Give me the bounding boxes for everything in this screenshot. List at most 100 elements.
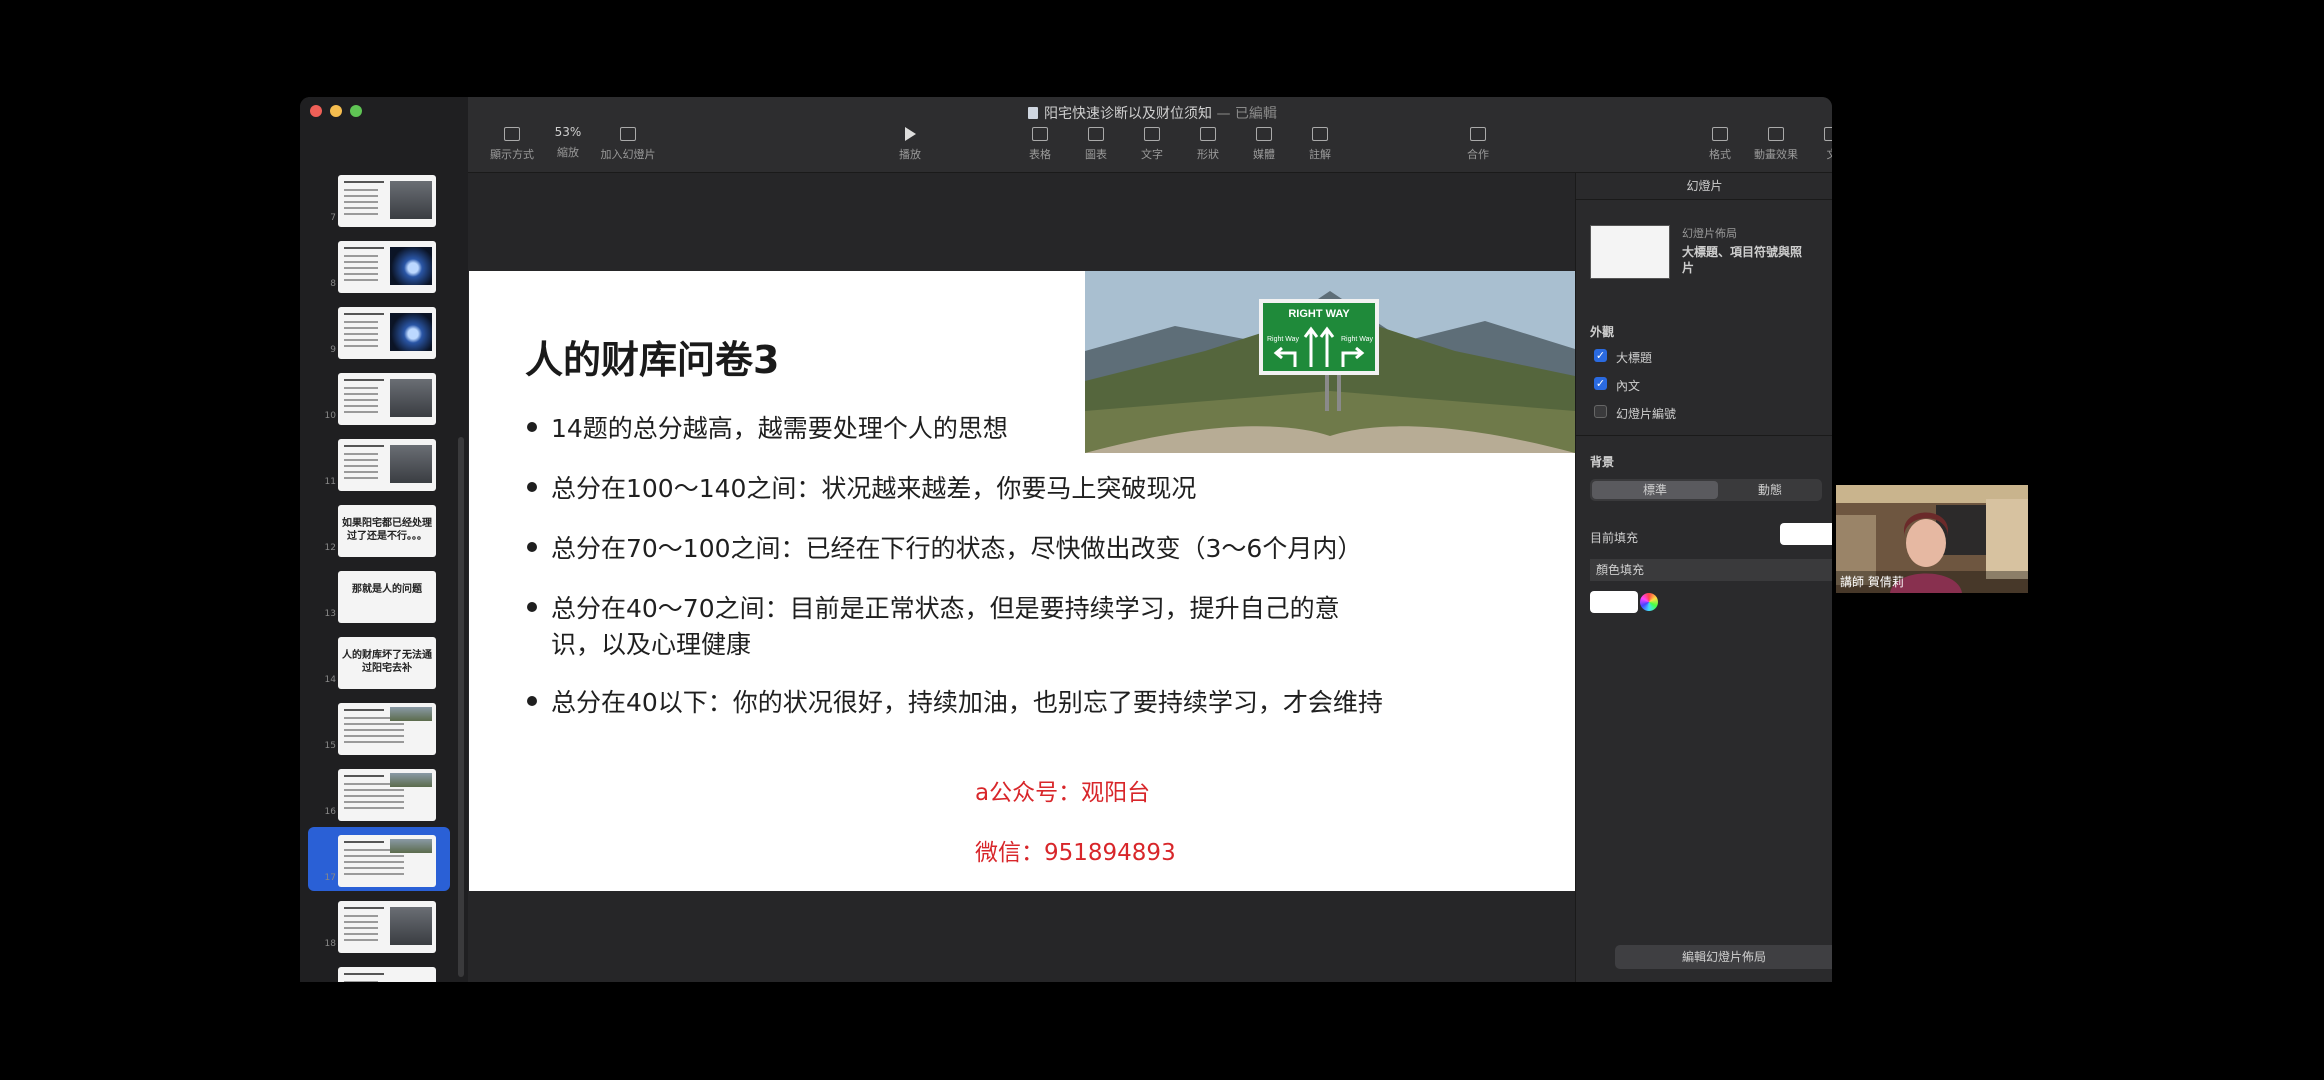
- slide-thumbnail[interactable]: [338, 241, 436, 293]
- slide-thumbnail[interactable]: 那就是人的问题: [338, 571, 436, 623]
- slide-number: 14: [324, 675, 336, 685]
- layout-name[interactable]: 大標題、項目符號與照: [1682, 243, 1802, 260]
- slide-thumbnail[interactable]: [338, 967, 436, 982]
- slide-number-option-label: 幻燈片編號: [1616, 407, 1677, 421]
- appearance-heading: 外觀: [1590, 325, 1615, 339]
- text-icon: [1144, 127, 1160, 141]
- toolbar-format-label: 格式: [1709, 148, 1731, 161]
- minimize-window-button[interactable]: [330, 105, 342, 117]
- layout-thumbnail[interactable]: [1590, 225, 1670, 279]
- edit-slide-layout-button[interactable]: 編輯幻燈片佈局: [1615, 945, 1832, 969]
- slide-thumbnail[interactable]: [338, 175, 436, 227]
- toolbar-table-label: 表格: [1029, 148, 1051, 161]
- document-title: 阳宅快速诊断以及财位须知 — 已編輯: [1028, 103, 1448, 123]
- color-wheel-icon[interactable]: [1640, 593, 1658, 611]
- document-icon: [1824, 127, 1832, 141]
- slide-thumbnail[interactable]: [338, 769, 436, 821]
- slide-thumbnail[interactable]: 人的财库坏了无法通过阳宅去补: [338, 637, 436, 689]
- comment-icon: [1312, 127, 1328, 141]
- slide-thumbnail[interactable]: [338, 307, 436, 359]
- play-icon: [904, 127, 916, 141]
- slide-number: 18: [324, 939, 336, 949]
- bullet-text: 总分在40以下：你的状况很好，持续加油，也别忘了要持续学习，才会维持: [551, 688, 1383, 717]
- background-standard-tab[interactable]: 標準: [1592, 481, 1718, 499]
- slide-bullet[interactable]: 总分在100～140之间：状况越来越差，你要马上突破现况: [527, 471, 1487, 507]
- slide-number: 9: [330, 345, 336, 355]
- toolbar-document-button[interactable]: 文: [1802, 123, 1832, 162]
- slide-bullet[interactable]: 总分在40～70之间：目前是正常状态，但是要持续学习，提升自己的意 识，以及心理健…: [527, 591, 1487, 663]
- slide-number: 12: [324, 543, 336, 553]
- toolbar-add-slide-button[interactable]: 加入幻燈片: [598, 123, 658, 162]
- slide-number-checkbox[interactable]: [1594, 405, 1607, 418]
- toolbar-shape-button[interactable]: 形狀: [1178, 123, 1238, 162]
- thumbnail-image: [390, 907, 432, 945]
- toolbar-collab-label: 合作: [1467, 148, 1489, 161]
- slide-thumbnail[interactable]: [338, 835, 436, 887]
- presenter-video: 講師 賀倩莉: [1836, 485, 2028, 593]
- sign-right-text: Right Way: [1341, 336, 1374, 343]
- bullet-dot-icon: [527, 696, 537, 706]
- bullet-dot-icon: [527, 422, 537, 432]
- layout-label: 幻燈片佈局: [1682, 227, 1737, 240]
- toolbar-play-button[interactable]: 播放: [880, 123, 940, 162]
- toolbar-media-button[interactable]: 媒體: [1234, 123, 1294, 162]
- thumbnail-image: [390, 773, 432, 787]
- sign-main-text: RIGHT WAY: [1288, 308, 1350, 320]
- chart-icon: [1088, 127, 1104, 141]
- toolbar-zoom-label: 縮放: [557, 146, 579, 159]
- slide-thumbnail[interactable]: [338, 901, 436, 953]
- toolbar-table-button[interactable]: 表格: [1010, 123, 1070, 162]
- table-icon: [1032, 127, 1048, 141]
- title-checkbox[interactable]: ✓: [1594, 349, 1607, 362]
- body-option-label: 內文: [1616, 379, 1641, 393]
- slide-number: 13: [324, 609, 336, 619]
- thumbnail-image: [390, 247, 432, 285]
- inspector-tab-slide[interactable]: 幻燈片: [1576, 177, 1832, 194]
- body-checkbox[interactable]: ✓: [1594, 377, 1607, 390]
- thumbnail-text: 人的财库坏了无法通过阳宅去补: [342, 650, 432, 674]
- slide-number: 16: [324, 807, 336, 817]
- slide-thumbnail[interactable]: [338, 703, 436, 755]
- toolbar-document-label: 文: [1802, 146, 1833, 162]
- format-inspector: 幻燈片 幻燈片佈局 大標題、項目符號與照 片 外觀 ✓ 大標題 ✓ 內文 幻燈片…: [1575, 173, 1832, 982]
- close-window-button[interactable]: [310, 105, 322, 117]
- title-option-label: 大標題: [1616, 351, 1653, 365]
- toolbar-comment-button[interactable]: 註解: [1290, 123, 1350, 162]
- bullet-text: 总分在40～70之间：目前是正常状态，但是要持续学习，提升自己的意: [551, 594, 1340, 623]
- toolbar-comment-label: 註解: [1309, 148, 1331, 161]
- keynote-window: 7 8 9 10 11 12 如果阳宅都已经处理过了还是不行。。。 13 那就是人的问题 14 人的…: [300, 97, 1832, 982]
- slide-number: 15: [324, 741, 336, 751]
- toolbar-animate-button[interactable]: 動畫效果: [1746, 123, 1806, 162]
- slide-bullet[interactable]: 总分在40以下：你的状况很好，持续加油，也别忘了要持续学习，才会维持: [527, 685, 1487, 721]
- fill-type-select[interactable]: 顏色填充: [1590, 559, 1832, 581]
- bullet-dot-icon: [527, 482, 537, 492]
- bullet-text: 总分在100～140之间：状况越来越差，你要马上突破现况: [551, 474, 1197, 503]
- toolbar-view-button[interactable]: 顯示方式: [482, 123, 542, 162]
- toolbar-format-button[interactable]: 格式: [1690, 123, 1750, 162]
- slide-canvas: RIGHT WAY Right Way Right Way 人的财库问卷3 14…: [468, 173, 1575, 982]
- toolbar-zoom-button[interactable]: 53% 縮放: [538, 123, 598, 160]
- background-dynamic-tab[interactable]: 動態: [1718, 481, 1822, 499]
- toolbar-text-button[interactable]: 文字: [1122, 123, 1182, 162]
- toolbar-chart-button[interactable]: 圖表: [1066, 123, 1126, 162]
- toolbar-collab-button[interactable]: 合作: [1448, 123, 1508, 162]
- slide-number: 11: [324, 477, 336, 487]
- slide-thumbnail[interactable]: 如果阳宅都已经处理过了还是不行。。。: [338, 505, 436, 557]
- current-fill-label: 目前填充: [1590, 531, 1639, 545]
- slide-bullet[interactable]: 14题的总分越高，越需要处理个人的思想: [527, 411, 1487, 447]
- current-slide[interactable]: RIGHT WAY Right Way Right Way 人的财库问卷3 14…: [469, 271, 1575, 891]
- slide-thumbnail[interactable]: [338, 373, 436, 425]
- fill-color-well[interactable]: [1590, 591, 1638, 613]
- current-fill-swatch[interactable]: [1780, 523, 1832, 545]
- slide-title[interactable]: 人的财库问卷3: [525, 329, 779, 384]
- zoom-window-button[interactable]: [350, 105, 362, 117]
- navigator-scrollbar[interactable]: [458, 437, 464, 977]
- collab-icon: [1470, 127, 1486, 141]
- watermark-wechat-account: a公众号：观阳台: [975, 780, 1151, 806]
- slide-bullet[interactable]: 总分在70～100之间：已经在下行的状态，尽快做出改变（3～6个月内）: [527, 531, 1487, 567]
- view-icon: [504, 127, 520, 141]
- slide-number: 10: [324, 411, 336, 421]
- shape-icon: [1200, 127, 1216, 141]
- slide-thumbnail[interactable]: [338, 439, 436, 491]
- thumbnail-image: [390, 181, 432, 219]
